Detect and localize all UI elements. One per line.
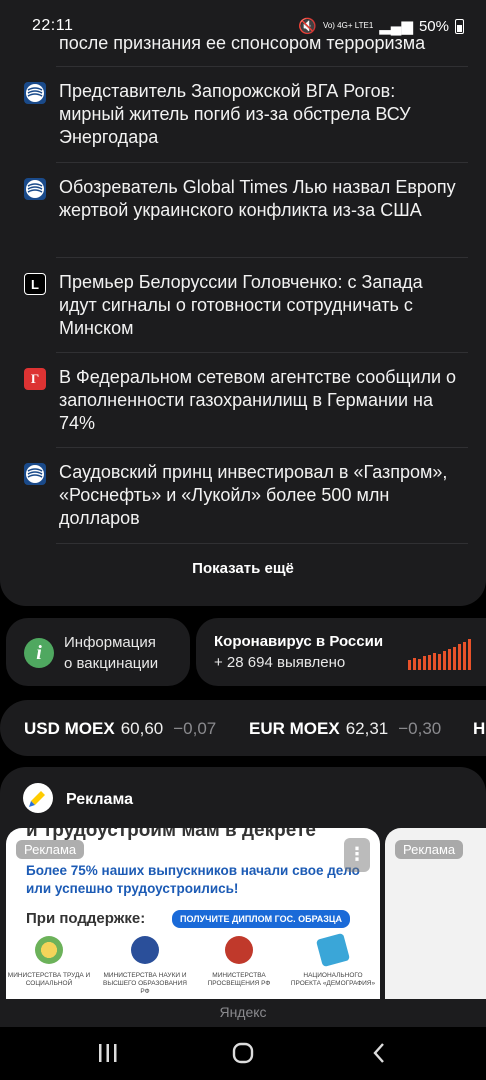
home-icon[interactable] bbox=[223, 1039, 263, 1067]
partner-logo: Национального проекта «Демография» bbox=[290, 932, 376, 988]
partner-label: Национального проекта «Демография» bbox=[290, 972, 376, 987]
divider bbox=[56, 162, 468, 163]
currency-name: H bbox=[473, 719, 486, 738]
ria-icon bbox=[24, 463, 46, 485]
currency-change: −0,07 bbox=[173, 719, 217, 738]
status-time: 22:11 bbox=[32, 17, 74, 34]
news-title: Саудовский принц инвестировал в «Газпром… bbox=[59, 462, 448, 528]
ad-card: Реклама и трудоустроим мам в декрете Бол… bbox=[0, 767, 486, 1007]
gazeta-icon: Г bbox=[24, 368, 46, 390]
show-more-button[interactable]: Показать ещё bbox=[0, 560, 486, 577]
divider bbox=[56, 352, 468, 353]
news-card: после признания ее спонсором терроризма … bbox=[0, 0, 486, 606]
more-options-icon[interactable]: ⋮ bbox=[344, 838, 370, 872]
partner-logo: Министерства просвещения РФ bbox=[196, 936, 282, 988]
partner-label: Министерства труда и социальной bbox=[7, 972, 91, 987]
covid-card[interactable]: Коронавирус в России + 28 694 выявлено bbox=[196, 618, 486, 686]
currency-name: USD MOEX bbox=[24, 719, 115, 738]
back-icon[interactable] bbox=[359, 1039, 399, 1067]
mute-icon: 🔇 bbox=[298, 18, 317, 35]
vaccination-line1: Информация bbox=[64, 634, 156, 651]
yandex-ad-logo-icon bbox=[23, 783, 53, 813]
partner-label: Министерства науки и высшего образования… bbox=[102, 972, 187, 995]
eagle-emblem-icon bbox=[225, 936, 253, 964]
currency-ticker[interactable]: USD MOEX 60,60 −0,07 EUR MOEX 62,31 −0,30 H bbox=[0, 700, 486, 756]
ministry-labor-icon bbox=[35, 936, 63, 964]
partner-label: Министерства просвещения РФ bbox=[207, 972, 271, 987]
ad-banner-next[interactable]: Реклама bbox=[385, 828, 486, 1007]
eagle-emblem-icon bbox=[131, 936, 159, 964]
divider bbox=[56, 66, 468, 67]
info-row: i Информация о вакцинации Коронавирус в … bbox=[0, 618, 486, 686]
yandex-footer-label: Яндекс bbox=[0, 999, 486, 1027]
divider bbox=[56, 447, 468, 448]
network-label: Vo) 4G+ LTE1 bbox=[322, 21, 374, 30]
battery-icon bbox=[455, 18, 464, 34]
currency-value: 60,60 bbox=[120, 719, 164, 738]
lenta-icon: L bbox=[24, 273, 46, 295]
ad-badge: Реклама bbox=[16, 840, 85, 859]
system-nav-bar bbox=[0, 1027, 486, 1080]
currency-change: −0,30 bbox=[398, 719, 442, 738]
ad-banner[interactable]: и трудоустроим мам в декрете Более 75% н… bbox=[6, 828, 380, 1007]
battery-label: 50% bbox=[418, 17, 449, 35]
currency-eur[interactable]: EUR MOEX 62,31 −0,30 bbox=[249, 719, 441, 739]
vaccination-line2: о вакцинации bbox=[64, 655, 159, 672]
info-icon: i bbox=[24, 638, 54, 668]
ad-title: Реклама bbox=[66, 791, 133, 808]
news-title: Премьер Белоруссии Головченко: с Запада … bbox=[59, 272, 423, 338]
ria-icon bbox=[24, 82, 46, 104]
news-title: В Федеральном сетевом агентстве сообщили… bbox=[59, 367, 457, 433]
covid-trend-icon bbox=[408, 639, 471, 670]
vaccination-label: Информация о вакцинации bbox=[64, 632, 158, 674]
partner-logo: Министерства науки и высшего образования… bbox=[102, 936, 188, 996]
news-title: Обозреватель Global Times Лью назвал Евр… bbox=[59, 177, 456, 220]
ad-badge: Реклама bbox=[395, 840, 464, 859]
status-bar: 22:11 🔇 Vo) 4G+ LTE1 ▂▄▆ 50% bbox=[0, 0, 486, 40]
currency-usd[interactable]: USD MOEX 60,60 −0,07 bbox=[24, 719, 216, 739]
ad-diploma-button[interactable]: ПОЛУЧИТЕ ДИПЛОМ ГОС. ОБРАЗЦА bbox=[172, 910, 350, 928]
currency-name: EUR MOEX bbox=[249, 719, 340, 738]
partner-logo: Министерства труда и социальной bbox=[6, 936, 92, 988]
ria-icon bbox=[24, 178, 46, 200]
currency-value: 62,31 bbox=[345, 719, 389, 738]
signal-icon: ▂▄▆ bbox=[379, 18, 413, 35]
ad-support-label: При поддержке: bbox=[26, 910, 146, 927]
covid-title: Коронавирус в России bbox=[214, 633, 384, 650]
ad-text: Более 75% наших выпускников начали свое … bbox=[26, 863, 360, 896]
divider bbox=[56, 543, 468, 544]
demography-icon bbox=[315, 932, 351, 968]
recent-apps-icon[interactable] bbox=[88, 1039, 128, 1067]
currency-partial[interactable]: H bbox=[473, 719, 485, 739]
vaccination-info-card[interactable]: i Информация о вакцинации bbox=[6, 618, 190, 686]
status-indicators: 🔇 Vo) 4G+ LTE1 ▂▄▆ 50% bbox=[298, 17, 464, 35]
covid-count: + 28 694 выявлено bbox=[214, 654, 346, 671]
divider bbox=[56, 257, 468, 258]
news-title: Представитель Запорожской ВГА Рогов: мир… bbox=[59, 81, 411, 147]
ad-partner-logos: Министерства труда и социальной Министер… bbox=[6, 932, 380, 1006]
